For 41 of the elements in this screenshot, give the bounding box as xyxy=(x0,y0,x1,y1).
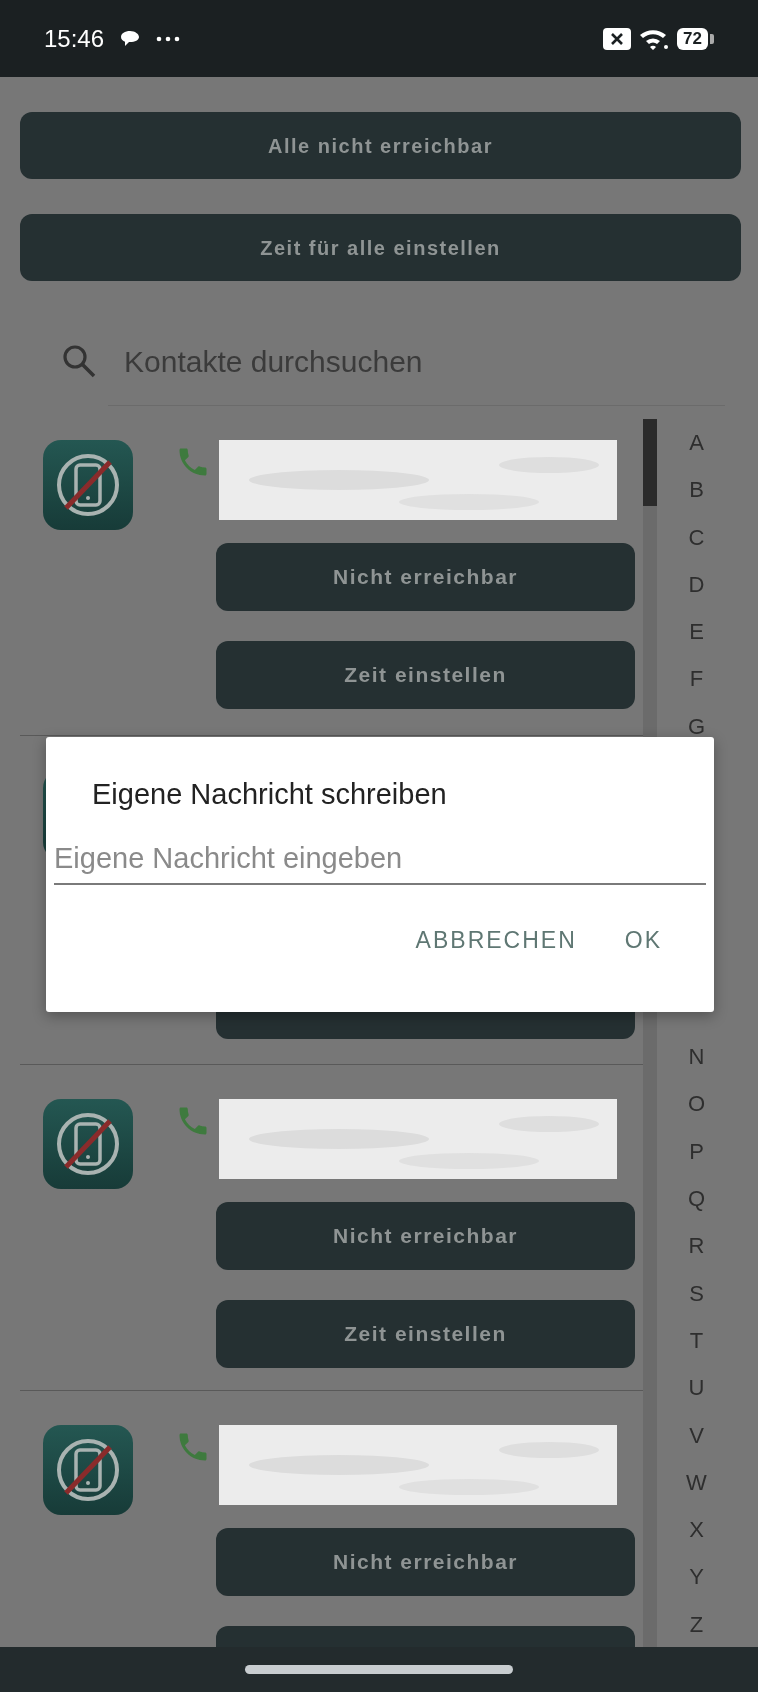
index-letter[interactable]: P xyxy=(657,1127,734,1176)
more-icon xyxy=(156,35,181,42)
index-letter[interactable]: V xyxy=(657,1411,734,1459)
index-letter[interactable]: T xyxy=(657,1316,734,1365)
index-letter[interactable]: E xyxy=(657,608,734,656)
index-letter[interactable]: A xyxy=(657,419,734,467)
chat-icon xyxy=(120,29,141,48)
home-indicator[interactable] xyxy=(245,1665,513,1674)
no-phone-icon xyxy=(43,440,133,530)
contact-action-button[interactable]: Nicht erreichbar xyxy=(216,543,635,611)
index-letter[interactable]: F xyxy=(657,655,734,703)
index-letter[interactable]: N xyxy=(657,1033,734,1081)
index-letter[interactable]: R xyxy=(657,1222,734,1270)
action-button[interactable]: Alle nicht erreichbar xyxy=(20,112,741,179)
index-letter[interactable]: Z xyxy=(657,1600,734,1647)
index-letter[interactable]: C xyxy=(657,513,734,561)
contact-action-button[interactable]: Nicht erreichbar xyxy=(216,1528,635,1596)
contact-action-button[interactable]: Zeit einstellen xyxy=(216,1300,635,1368)
no-sim-icon xyxy=(603,27,632,50)
dialog-title: Eigene Nachricht schreiben xyxy=(92,777,447,812)
index-letter[interactable]: S xyxy=(657,1269,734,1317)
message-input[interactable]: Eigene Nachricht eingeben xyxy=(54,833,706,885)
dialog-button[interactable]: OK xyxy=(620,917,666,964)
search-field[interactable]: Kontakte durchsuchen xyxy=(124,338,684,384)
status-time: 15:46 xyxy=(44,23,105,54)
index-letter[interactable]: D xyxy=(657,560,734,609)
no-phone-icon xyxy=(43,1425,133,1515)
index-letter[interactable]: W xyxy=(657,1458,734,1507)
search-icon[interactable] xyxy=(62,344,96,378)
dialog-button[interactable]: ABBRECHEN xyxy=(411,917,581,964)
index-letter[interactable]: X xyxy=(657,1506,734,1554)
contact-action-button[interactable]: Zeit einstellen xyxy=(216,641,635,709)
action-button[interactable]: Zeit für alle einstellen xyxy=(20,214,741,281)
index-letter[interactable]: O xyxy=(657,1080,734,1128)
index-letter[interactable]: Q xyxy=(657,1175,734,1223)
index-letter[interactable]: Y xyxy=(657,1553,734,1601)
index-letter[interactable]: B xyxy=(657,466,734,514)
battery-level: 72 xyxy=(677,27,708,50)
contact-action-button[interactable]: Nicht erreichbar xyxy=(216,1202,635,1270)
index-letter[interactable]: U xyxy=(657,1364,734,1412)
no-phone-icon xyxy=(43,1099,133,1189)
